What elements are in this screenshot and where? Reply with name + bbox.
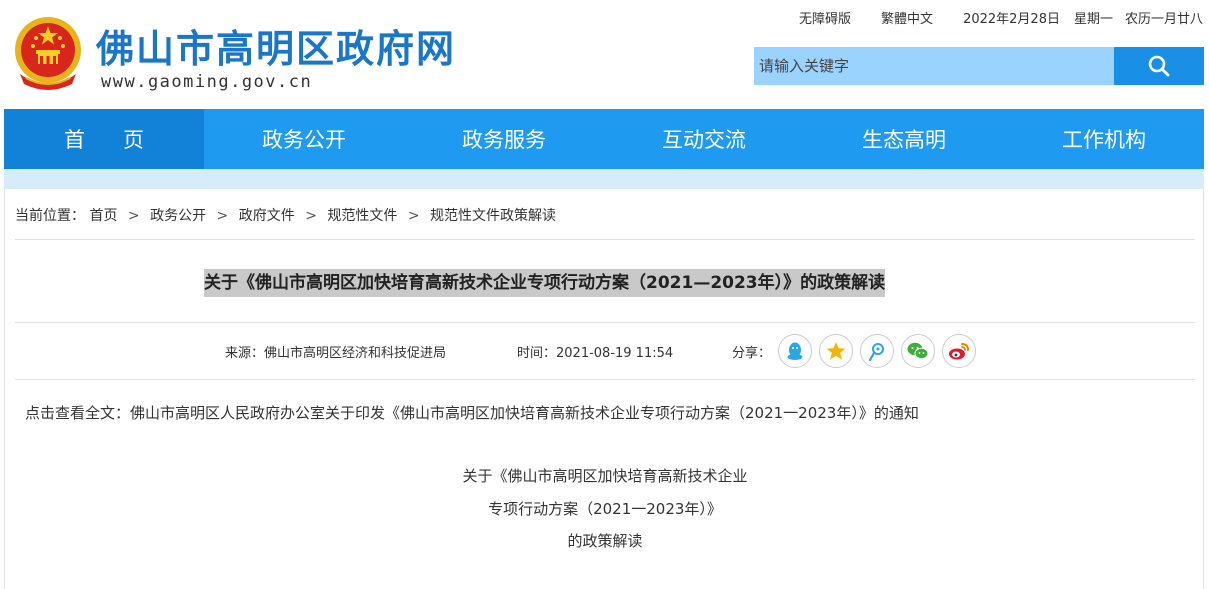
article-source: 来源：佛山市高明区经济和科技促进局 [225,346,447,361]
nav-item-home[interactable]: 首页 [4,109,204,169]
main-nav: 首页 政务公开 政务服务 互动交流 生态高明 工作机构 [4,109,1204,169]
site-header: 佛山市高明区政府网 www.gaoming.gov.cn 无障碍版 繁體中文 2… [0,0,1209,108]
breadcrumb-item-government-documents[interactable]: 政府文件 [239,208,295,224]
breadcrumb-item-government-affairs[interactable]: 政务公开 [150,208,206,224]
sina-weibo-icon[interactable] [942,334,976,368]
body-title-line: 专项行动方案（2021一2023年）》 [488,500,722,518]
divider [15,322,1195,323]
breadcrumb-separator: > [407,208,420,224]
search-input[interactable] [754,47,1114,85]
nav-item-interaction[interactable]: 互动交流 [604,109,804,169]
share-buttons [778,334,976,368]
site-url: www.gaoming.gov.cn [101,72,313,92]
search-button[interactable] [1114,47,1204,85]
current-date: 2022年2月28日 [963,12,1060,27]
breadcrumb: 当前位置： 首页 > 政务公开 > 政府文件 > 规范性文件 > 规范性文件政策… [15,205,556,225]
national-emblem-icon[interactable] [12,14,84,92]
breadcrumb-separator: > [216,208,229,224]
nav-item-ecology[interactable]: 生态高明 [804,109,1004,169]
top-links: 无障碍版 繁體中文 2022年2月28日 星期一 农历一月廿八 [799,8,1203,27]
divider [15,239,1195,240]
divider [15,379,1195,380]
article-container: 当前位置： 首页 > 政务公开 > 政府文件 > 规范性文件 > 规范性文件政策… [4,189,1204,589]
article-title: 关于《佛山市高明区加快培育高新技术企业专项行动方案（2021—2023年）》的政… [204,269,886,297]
breadcrumb-prefix: 当前位置： [15,208,85,224]
view-fulltext-link[interactable]: 点击查看全文：佛山市高明区人民政府办公室关于印发《佛山市高明区加快培育高新技术企… [25,402,919,423]
accessibility-link[interactable]: 无障碍版 [799,8,851,27]
breadcrumb-item-normative-documents[interactable]: 规范性文件 [327,208,397,224]
breadcrumb-separator: > [305,208,317,224]
nav-divider-band [4,169,1204,189]
nav-item-institutions[interactable]: 工作机构 [1004,109,1204,169]
tencent-weibo-icon[interactable] [860,334,894,368]
traditional-chinese-link[interactable]: 繁體中文 [881,8,933,27]
breadcrumb-item-home[interactable]: 首页 [89,208,117,224]
search-bar [754,47,1204,85]
breadcrumb-separator: > [127,208,140,224]
breadcrumb-item-policy-interpretation[interactable]: 规范性文件政策解读 [430,208,556,224]
share-label: 分享： [732,346,772,361]
current-weekday: 星期一 [1073,12,1113,27]
search-icon [1148,55,1170,77]
wechat-icon[interactable] [901,334,935,368]
body-title-line: 关于《佛山市高明区加快培育高新技术企业 [462,467,748,485]
lunar-date: 农历一月廿八 [1124,12,1203,27]
qq-icon[interactable] [778,334,812,368]
body-title-line: 的政策解读 [567,532,643,550]
nav-item-government-affairs[interactable]: 政务公开 [204,109,404,169]
nav-item-government-services[interactable]: 政务服务 [404,109,604,169]
qzone-icon[interactable] [819,334,853,368]
article-time: 时间：2021-08-19 11:54 [517,346,674,361]
site-title[interactable]: 佛山市高明区政府网 [96,18,456,73]
